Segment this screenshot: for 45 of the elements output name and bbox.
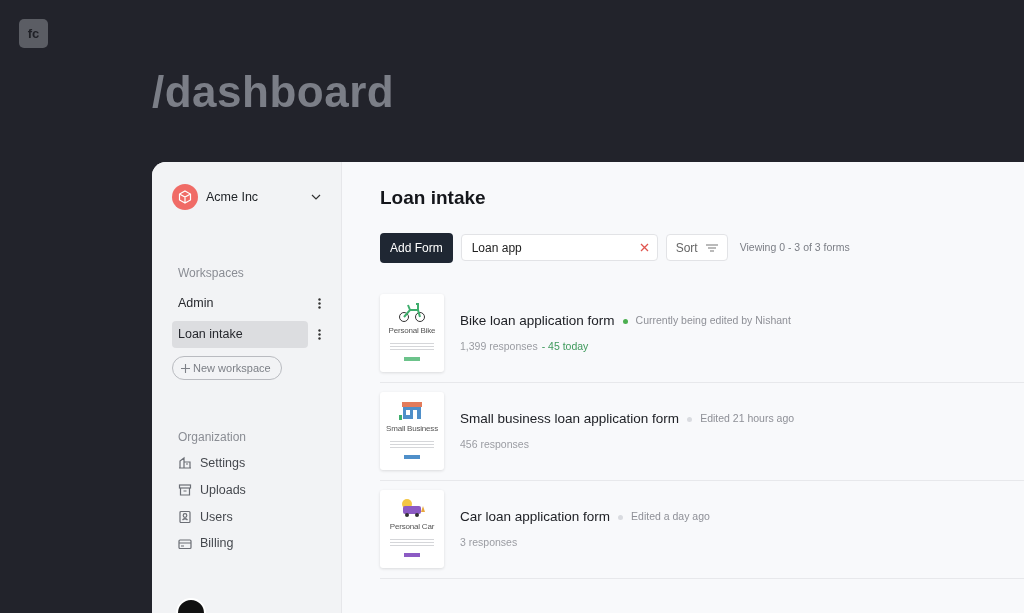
- response-count: 3 responses: [460, 535, 518, 551]
- search-box[interactable]: Loan app: [460, 234, 658, 261]
- nav-link[interactable]: Uploads: [200, 480, 246, 500]
- org-icon: [172, 184, 198, 210]
- sort-button[interactable]: Sort: [665, 234, 728, 261]
- page-title: Loan intake: [380, 186, 487, 210]
- add-form-button[interactable]: Add Form: [380, 232, 453, 263]
- response-count: 456 responses: [460, 437, 529, 453]
- filter-lines-icon: [705, 243, 718, 252]
- contact-card-icon: [178, 509, 192, 524]
- bike-drawing: [398, 302, 426, 323]
- thumbnail-title: Personal Car: [389, 521, 435, 533]
- section-label: Workspaces: [178, 265, 245, 282]
- chevron-down-icon[interactable]: [311, 194, 321, 200]
- plus-icon: [181, 364, 190, 374]
- page-heading: /dashboard: [152, 70, 396, 114]
- logo: fc: [19, 19, 48, 48]
- form-thumbnail[interactable]: Personal Car: [380, 490, 444, 568]
- clear-icon[interactable]: [639, 243, 649, 252]
- more-icon[interactable]: [318, 297, 321, 309]
- search-input[interactable]: Loan app: [469, 237, 640, 258]
- result-count: Viewing 0 - 3 of 3 forms: [739, 239, 850, 255]
- org-name[interactable]: Acme Inc: [206, 187, 259, 207]
- building-icon: [178, 456, 192, 471]
- form-thumbnail[interactable]: Personal Bike: [380, 294, 444, 372]
- credit-card-icon: [178, 536, 192, 551]
- section-label: Organization: [178, 429, 248, 446]
- form-status: Edited a day ago: [631, 509, 710, 525]
- form-name[interactable]: Bike loan application form: [460, 311, 615, 332]
- form-name[interactable]: Car loan application form: [460, 507, 611, 528]
- response-count: 1,399 responses: [460, 339, 538, 355]
- form-status: Currently being edited by Nishant: [635, 313, 791, 329]
- more-icon[interactable]: [318, 328, 321, 340]
- thumbnail-title: Personal Bike: [388, 325, 436, 337]
- nav-link[interactable]: Billing: [200, 534, 234, 553]
- today-count: - 45 today: [541, 339, 589, 355]
- thumbnail-title: Small Business: [386, 423, 438, 435]
- workspace-item[interactable]: Loan intake: [172, 320, 308, 348]
- form-status: Edited 21 hours ago: [700, 411, 795, 427]
- nav-link[interactable]: Settings: [200, 454, 246, 473]
- archive-box-icon: [178, 483, 192, 498]
- form-name[interactable]: Small business loan application form: [460, 409, 680, 430]
- nav-link[interactable]: Users: [200, 507, 233, 527]
- workspace-item[interactable]: Admin: [172, 290, 308, 317]
- form-thumbnail[interactable]: Small Business: [380, 392, 444, 470]
